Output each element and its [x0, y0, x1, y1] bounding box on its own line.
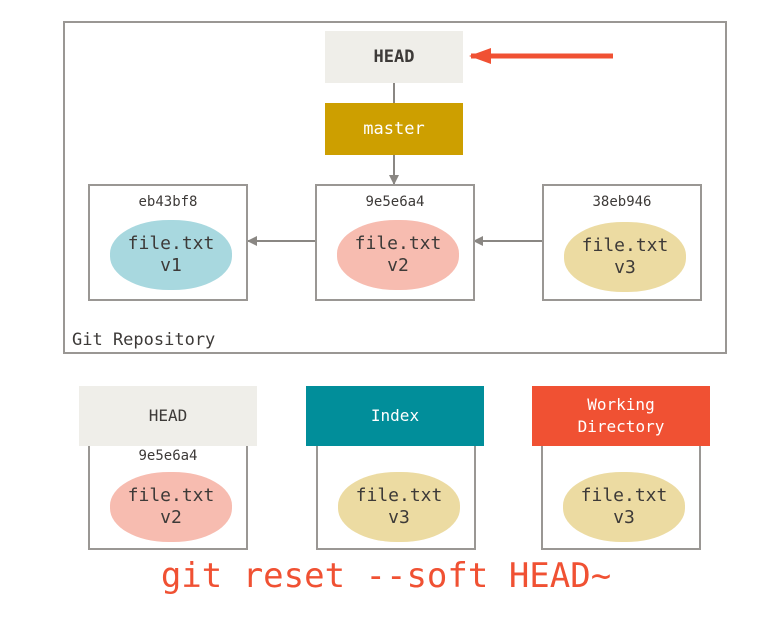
file-name: file.txt [580, 485, 668, 506]
tree-header-index: Index [306, 386, 484, 446]
commit-box: 38eb946 file.txt v3 [542, 184, 702, 301]
file-blob: file.txt v2 [110, 472, 232, 542]
commit-sha: 38eb946 [592, 194, 652, 210]
file-version: v3 [614, 257, 636, 278]
tree-header-head: HEAD [79, 386, 257, 446]
head-ref: HEAD [325, 31, 463, 83]
tree-sha: 9e5e6a4 [138, 448, 198, 464]
git-repository-label: Git Repository [72, 330, 216, 350]
file-name: file.txt [581, 235, 669, 256]
file-name: file.txt [127, 485, 215, 506]
tree-box-working-directory: file.txt v3 [541, 444, 701, 550]
file-name: file.txt [127, 233, 215, 254]
file-version: v2 [160, 507, 182, 528]
tree-header-working-directory: Working Directory [532, 386, 710, 446]
commit-box: 9e5e6a4 file.txt v2 [315, 184, 475, 301]
file-name: file.txt [355, 485, 443, 506]
file-version: v3 [613, 507, 635, 528]
file-version: v1 [160, 255, 182, 276]
tree-box-index: file.txt v3 [316, 444, 476, 550]
file-name: file.txt [354, 233, 442, 254]
file-version: v2 [387, 255, 409, 276]
master-branch-ref: master [325, 103, 463, 155]
command-caption: git reset --soft HEAD~ [160, 556, 612, 596]
file-blob: file.txt v1 [110, 220, 232, 290]
file-blob: file.txt v3 [563, 472, 685, 542]
file-blob: file.txt v2 [337, 220, 459, 290]
commit-sha: eb43bf8 [138, 194, 198, 210]
file-blob: file.txt v3 [338, 472, 460, 542]
file-blob: file.txt v3 [564, 222, 686, 292]
tree-box-head: 9e5e6a4 file.txt v2 [88, 444, 248, 550]
commit-sha: 9e5e6a4 [365, 194, 425, 210]
file-version: v3 [388, 507, 410, 528]
commit-box: eb43bf8 file.txt v1 [88, 184, 248, 301]
